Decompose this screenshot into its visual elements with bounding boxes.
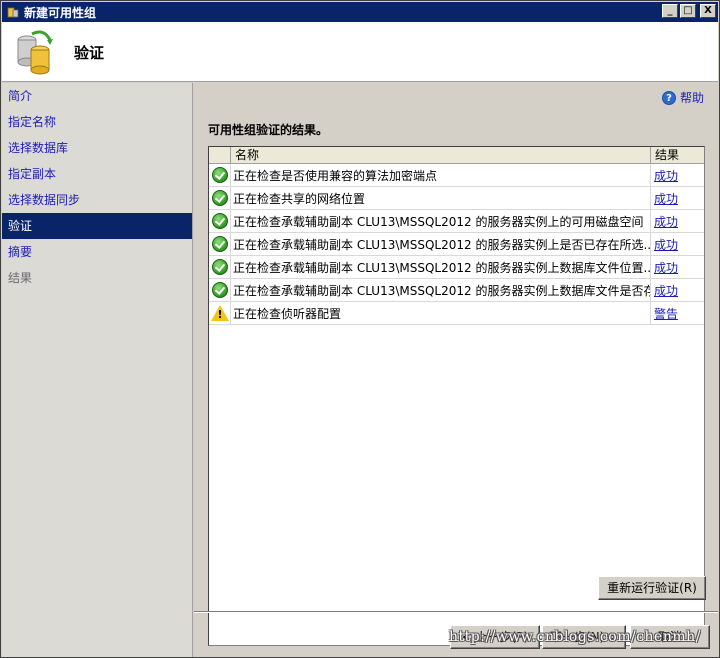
minimize-button[interactable]: _ xyxy=(662,4,678,18)
row-result-cell: 成功 xyxy=(651,256,704,278)
success-check-icon xyxy=(211,167,228,183)
section-title: 可用性组验证的结果。 xyxy=(208,123,329,137)
sidebar-item-validation[interactable]: 验证 xyxy=(2,213,192,239)
table-row[interactable]: 正在检查共享的网络位置 成功 xyxy=(209,187,704,210)
table-row[interactable]: 正在检查承载辅助副本 CLU13\MSSQL2012 的服务器实例上数据库文件是… xyxy=(209,279,704,302)
validation-results-grid[interactable]: 名称 结果 正在检查是否使用兼容的算法加密端点 成功 正在检查共享的网络位置 成功 正在… xyxy=(208,146,705,646)
table-row[interactable]: 正在检查承载辅助副本 CLU13\MSSQL2012 的服务器实例上数据库文件位… xyxy=(209,256,704,279)
sidebar-item-specify-replicas[interactable]: 指定副本 xyxy=(2,161,192,187)
maximize-button[interactable]: □ xyxy=(680,4,696,18)
header-icon-column xyxy=(209,147,231,163)
row-name: 正在检查承载辅助副本 CLU13\MSSQL2012 的服务器实例上数据库文件是… xyxy=(231,279,651,301)
sidebar-item-data-sync[interactable]: 选择数据同步 xyxy=(2,187,192,213)
row-result-cell: 成功 xyxy=(651,187,704,209)
row-result-cell: 成功 xyxy=(651,233,704,255)
row-name: 正在检查承载辅助副本 CLU13\MSSQL2012 的服务器实例上是否已存在所… xyxy=(231,233,651,255)
row-name: 正在检查承载辅助副本 CLU13\MSSQL2012 的服务器实例上数据库文件位… xyxy=(231,256,651,278)
header-name[interactable]: 名称 xyxy=(231,147,651,163)
window-controls: _ □ X xyxy=(662,4,716,18)
sidebar-item-specify-name[interactable]: 指定名称 xyxy=(2,109,192,135)
row-status-cell xyxy=(209,256,231,278)
row-status-cell xyxy=(209,233,231,255)
row-name: 正在检查侦听器配置 xyxy=(231,302,651,324)
row-status-cell xyxy=(209,187,231,209)
success-check-icon xyxy=(211,236,228,252)
success-check-icon xyxy=(211,190,228,206)
row-status-cell xyxy=(209,164,231,186)
row-result-link[interactable]: 警告 xyxy=(654,305,678,322)
row-result-link[interactable]: 成功 xyxy=(654,236,678,253)
wizard-nav: 简介 指定名称 选择数据库 指定副本 选择数据同步 验证 摘要 结果 xyxy=(2,83,193,657)
rerun-validation-button[interactable]: 重新运行验证(R) xyxy=(598,576,706,600)
row-result-cell: 警告 xyxy=(651,302,704,324)
close-button[interactable]: X xyxy=(700,4,716,18)
help-link[interactable]: ? 帮助 xyxy=(661,89,704,106)
sidebar-item-select-databases[interactable]: 选择数据库 xyxy=(2,135,192,161)
row-name: 正在检查承载辅助副本 CLU13\MSSQL2012 的服务器实例上的可用磁盘空… xyxy=(231,210,651,232)
help-label: 帮助 xyxy=(679,91,704,105)
row-result-link[interactable]: 成功 xyxy=(654,167,678,184)
row-result-cell: 成功 xyxy=(651,279,704,301)
row-result-link[interactable]: 成功 xyxy=(654,190,678,207)
row-status-cell xyxy=(209,210,231,232)
table-row[interactable]: 正在检查承载辅助副本 CLU13\MSSQL2012 的服务器实例上是否已存在所… xyxy=(209,233,704,256)
row-result-cell: 成功 xyxy=(651,164,704,186)
success-check-icon xyxy=(211,213,228,229)
availability-group-icon xyxy=(14,28,54,76)
row-status-cell xyxy=(209,279,231,301)
header-result[interactable]: 结果 xyxy=(651,147,704,163)
row-result-cell: 成功 xyxy=(651,210,704,232)
window-title: 新建可用性组 xyxy=(24,5,97,20)
success-check-icon xyxy=(211,282,228,298)
footer-divider xyxy=(194,611,718,613)
table-row[interactable]: 正在检查承载辅助副本 CLU13\MSSQL2012 的服务器实例上的可用磁盘空… xyxy=(209,210,704,233)
warning-icon: ! xyxy=(210,305,229,321)
sidebar-item-intro[interactable]: 简介 xyxy=(2,83,192,109)
grid-header: 名称 结果 xyxy=(209,147,704,164)
row-status-cell: ! xyxy=(209,302,231,324)
table-row[interactable]: ! 正在检查侦听器配置 警告 xyxy=(209,302,704,325)
warning-mark: ! xyxy=(217,308,223,321)
watermark: http://www.cnblogs.com/chenmh/ xyxy=(449,629,701,645)
row-name: 正在检查共享的网络位置 xyxy=(231,187,651,209)
table-row[interactable]: 正在检查是否使用兼容的算法加密端点 成功 xyxy=(209,164,704,187)
wizard-header: 验证 xyxy=(2,22,718,82)
row-result-link[interactable]: 成功 xyxy=(654,259,678,276)
sidebar-item-summary[interactable]: 摘要 xyxy=(2,239,192,265)
page-title: 验证 xyxy=(74,44,105,62)
main-panel: ? 帮助 可用性组验证的结果。 名称 结果 正在检查是否使用兼容的算法加密端点成… xyxy=(194,83,718,657)
help-icon: ? xyxy=(661,90,676,105)
row-result-link[interactable]: 成功 xyxy=(654,282,678,299)
row-result-link[interactable]: 成功 xyxy=(654,213,678,230)
database-app-icon xyxy=(6,5,20,19)
grid-body: 正在检查是否使用兼容的算法加密端点 成功 正在检查共享的网络位置 成功 正在检查承载辅助… xyxy=(209,164,704,325)
title-bar[interactable]: 新建可用性组 _ □ X xyxy=(2,2,718,22)
success-check-icon xyxy=(211,259,228,275)
sidebar-item-results: 结果 xyxy=(8,271,33,285)
row-name: 正在检查是否使用兼容的算法加密端点 xyxy=(231,164,651,186)
wizard-window: 新建可用性组 _ □ X 验证 简介 指定名称 选择数据库 指定副本 选择数据同… xyxy=(0,0,720,658)
